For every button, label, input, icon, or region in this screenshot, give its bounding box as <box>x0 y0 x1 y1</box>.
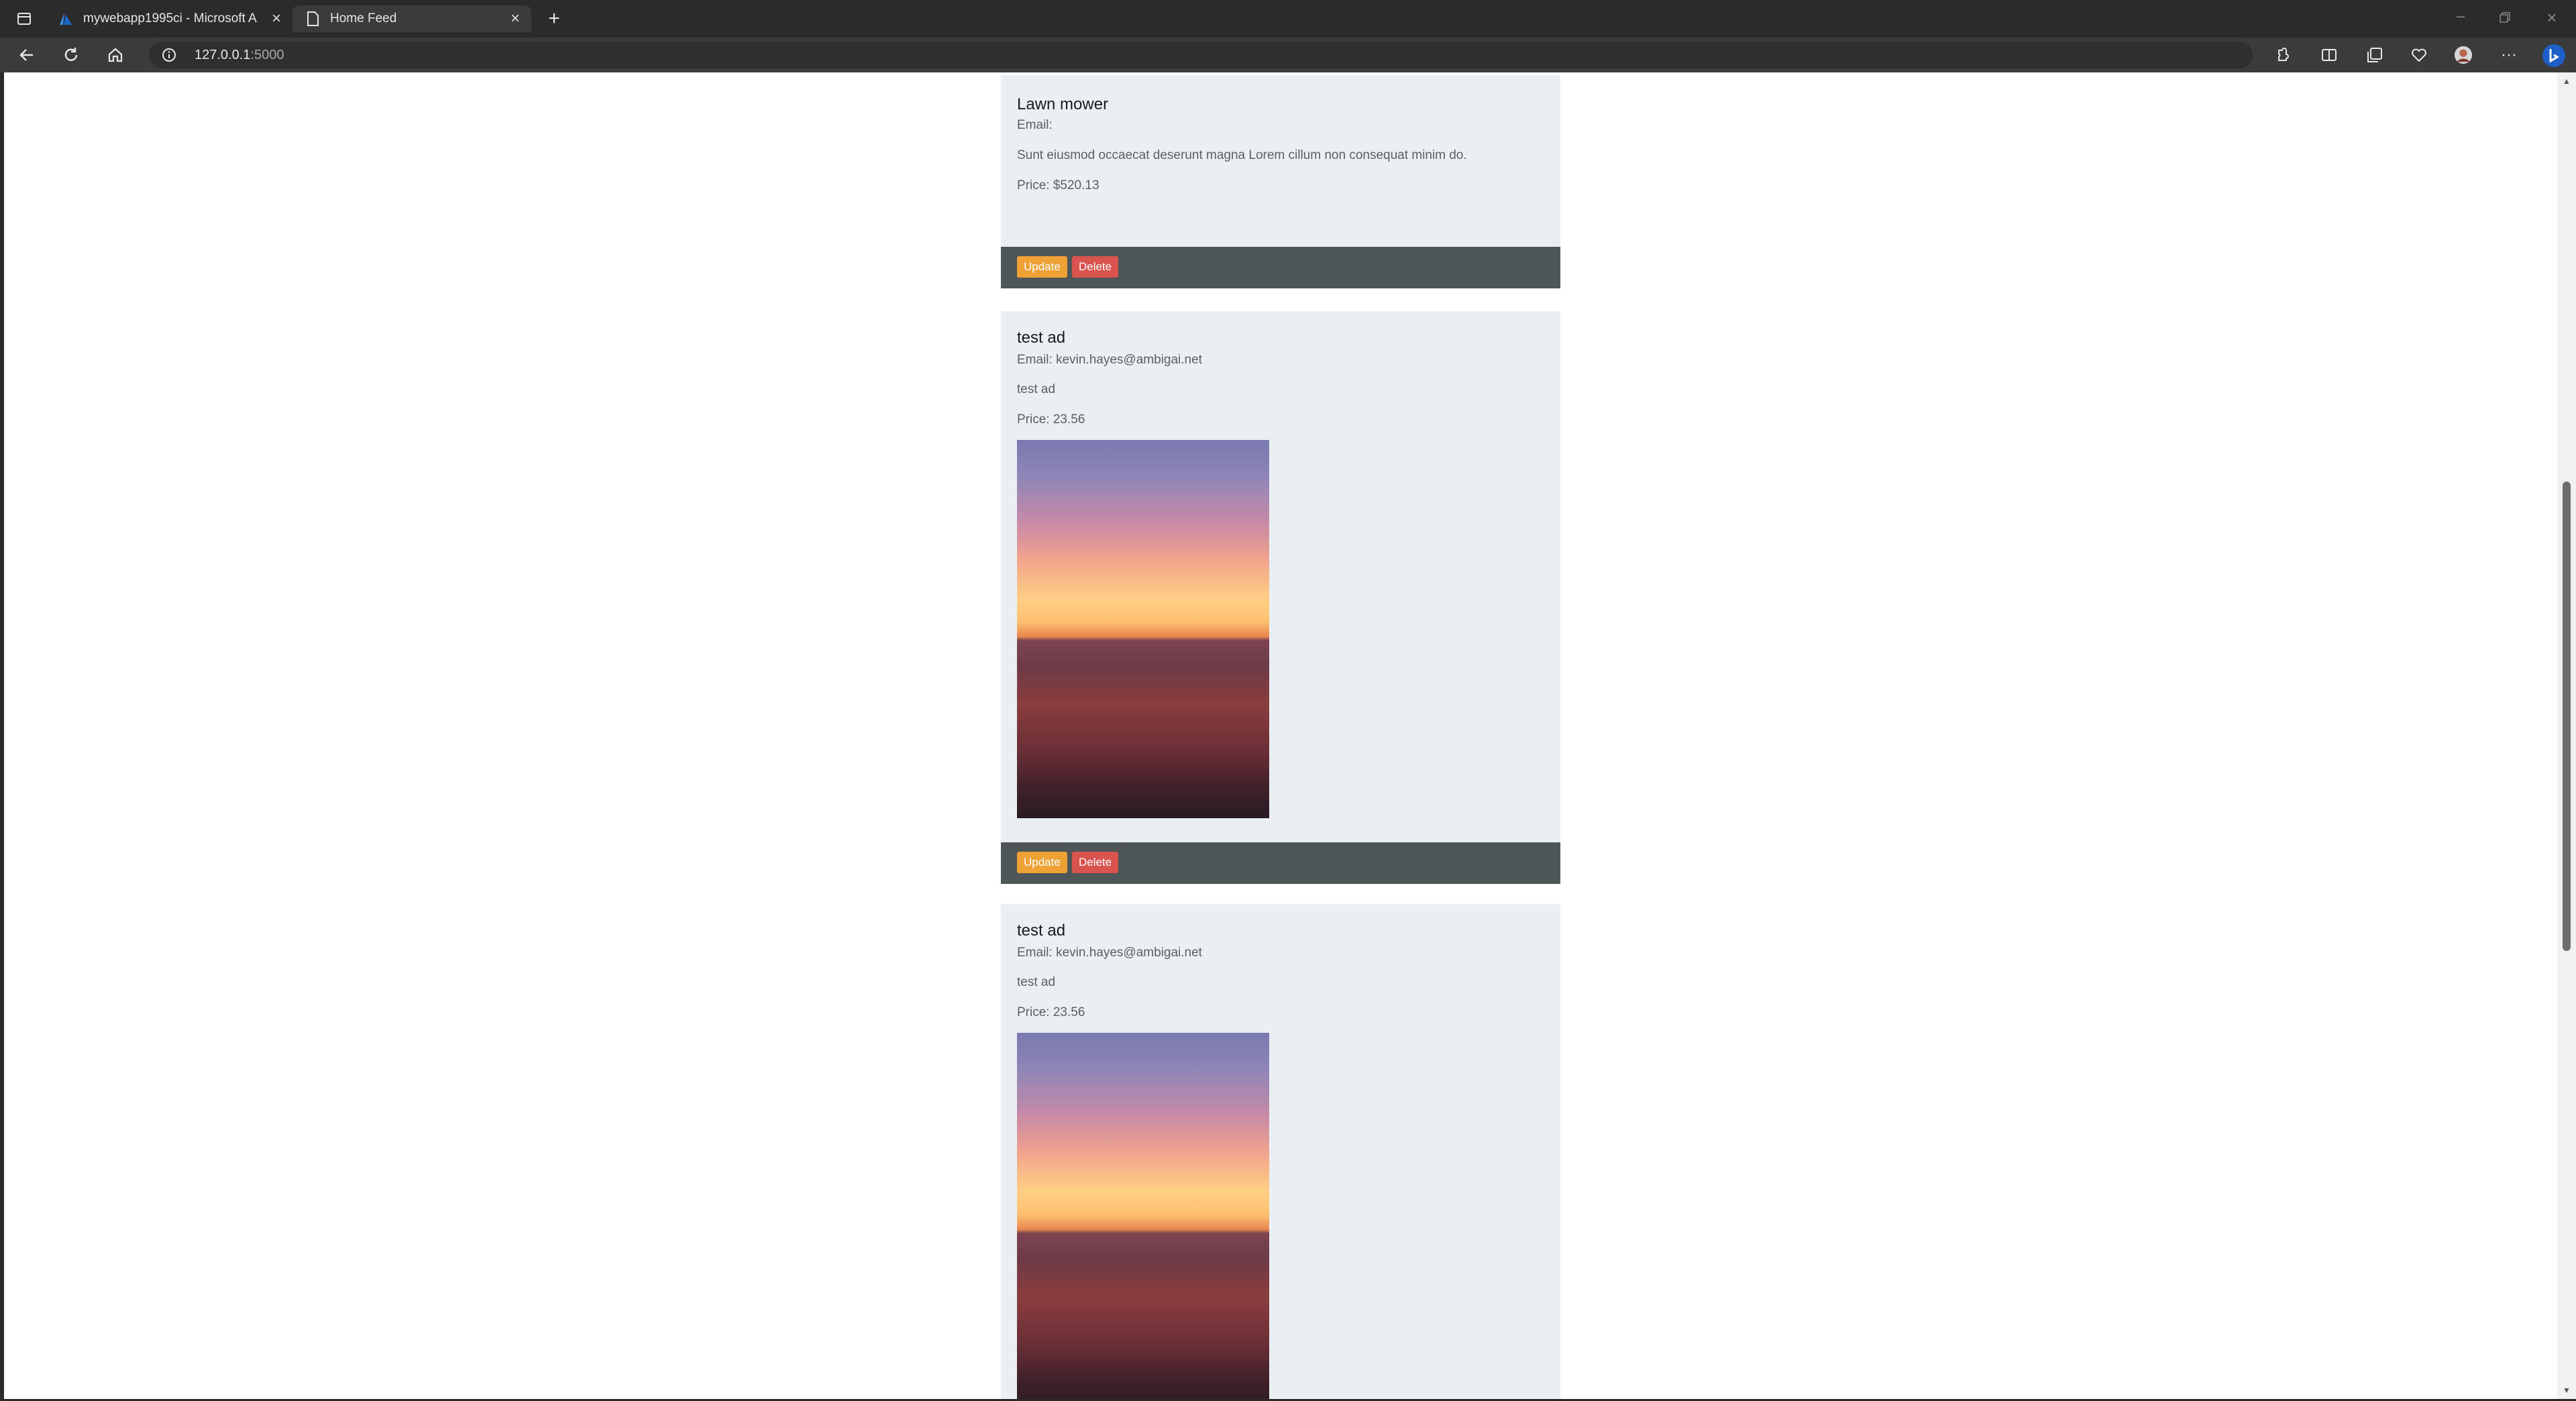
ad-email: Email: kevin.hayes@ambigai.net <box>1017 353 1202 367</box>
restore-icon[interactable] <box>2496 8 2514 27</box>
copilot-icon[interactable] <box>2542 44 2565 67</box>
ad-description: test ad <box>1017 382 1056 396</box>
profile-avatar[interactable] <box>2454 46 2473 64</box>
collections-icon[interactable] <box>2365 46 2384 64</box>
ad-price: Price: 23.56 <box>1017 1005 1085 1019</box>
url-host: 127.0.0.1 <box>195 48 251 62</box>
refresh-icon[interactable] <box>62 46 80 64</box>
ad-image <box>1017 440 1269 818</box>
ad-card-footer: Update Delete <box>1001 842 1560 884</box>
site-info-icon[interactable] <box>160 46 178 64</box>
update-button[interactable]: Update <box>1017 852 1067 873</box>
close-icon[interactable]: × <box>268 11 284 27</box>
ad-card: test ad Email: kevin.hayes@ambigai.net t… <box>1001 311 1560 884</box>
ad-title: test ad <box>1017 329 1066 347</box>
split-screen-icon[interactable] <box>2320 46 2339 64</box>
tab-title: mywebapp1995ci - Microsoft Azu <box>83 11 258 25</box>
tab-azure[interactable]: mywebapp1995ci - Microsoft Azu × <box>46 5 294 32</box>
ad-card: Lawn mower Email: Sunt eiusmod occaecat … <box>1001 75 1560 288</box>
scroll-down-icon[interactable]: ▼ <box>2563 1386 2571 1395</box>
ad-email: Email: <box>1017 118 1053 132</box>
ad-image <box>1017 1033 1269 1399</box>
ad-email: Email: kevin.hayes@ambigai.net <box>1017 946 1202 960</box>
delete-button[interactable]: Delete <box>1072 852 1119 873</box>
home-icon[interactable] <box>106 46 125 64</box>
ad-description: test ad <box>1017 975 1056 989</box>
azure-icon <box>58 11 74 27</box>
tab-actions-icon[interactable] <box>15 9 34 28</box>
close-icon[interactable]: × <box>507 11 523 27</box>
url-port: :5000 <box>250 48 284 62</box>
new-tab-icon[interactable]: + <box>545 7 564 30</box>
delete-button[interactable]: Delete <box>1072 256 1119 278</box>
close-window-icon[interactable]: × <box>2542 7 2561 27</box>
ad-title: test ad <box>1017 921 1066 940</box>
url-text[interactable]: 127.0.0.1:5000 <box>195 48 284 63</box>
scroll-up-icon[interactable]: ▲ <box>2563 76 2571 86</box>
ad-price: Price: 23.56 <box>1017 412 1085 427</box>
more-options-icon[interactable]: ··· <box>2500 46 2518 64</box>
ad-price: Price: $520.13 <box>1017 178 1099 192</box>
tab-home-feed[interactable]: Home Feed × <box>292 5 531 32</box>
minimize-icon[interactable]: – <box>2451 7 2470 25</box>
ad-title: Lawn mower <box>1017 95 1109 113</box>
update-button[interactable]: Update <box>1017 256 1067 278</box>
page-scrollbar[interactable]: ▲ ▼ <box>2557 72 2576 1399</box>
extensions-icon[interactable] <box>2273 46 2292 64</box>
tab-title: Home Feed <box>330 11 397 25</box>
ad-card-footer: Update Delete <box>1001 247 1560 288</box>
ad-description: Sunt eiusmod occaecat deserunt magna Lor… <box>1017 148 1467 162</box>
ad-card: test ad Email: kevin.hayes@ambigai.net t… <box>1001 904 1560 1399</box>
tab-strip: mywebapp1995ci - Microsoft Azu × Home Fe… <box>0 0 2576 38</box>
back-icon[interactable] <box>17 46 36 64</box>
scrollbar-thumb[interactable] <box>2563 482 2571 951</box>
address-bar[interactable]: 127.0.0.1:5000 <box>149 42 2253 68</box>
browser-essentials-icon[interactable] <box>2410 46 2428 64</box>
page-viewport: Lawn mower Email: Sunt eiusmod occaecat … <box>4 72 2557 1399</box>
page-icon <box>305 11 321 27</box>
